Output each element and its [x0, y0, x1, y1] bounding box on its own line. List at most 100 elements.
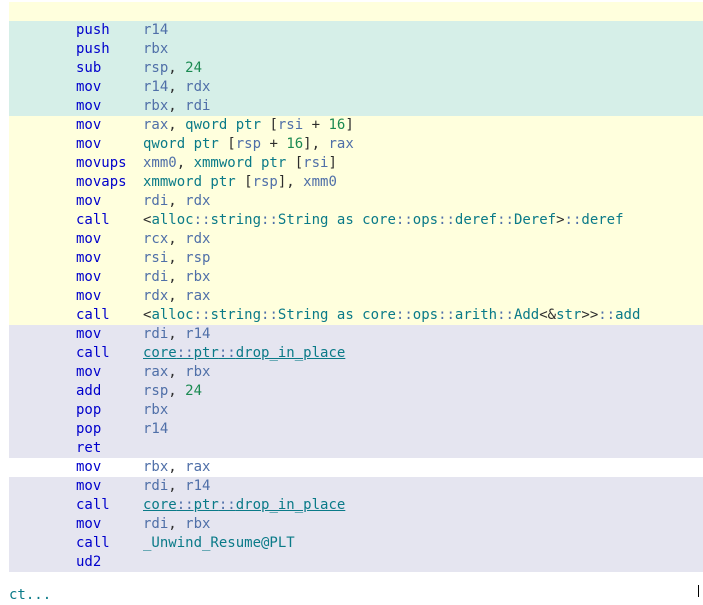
symbol-link[interactable]: :: — [177, 345, 194, 361]
instruction-row[interactable]: add rsp, 24 — [9, 382, 703, 401]
operand-token: rsp — [143, 60, 169, 76]
operand-token: rsp — [185, 250, 211, 266]
operand-token: string — [210, 212, 262, 228]
operand-token: xmm0 — [303, 174, 337, 190]
instruction-row[interactable]: mov rcx, rdx — [9, 230, 703, 249]
instruction-row[interactable]: call _Unwind_Resume@PLT — [9, 534, 703, 553]
instruction-row[interactable]: mov rdi, rdx — [9, 192, 703, 211]
symbol-link[interactable]: core — [143, 345, 177, 361]
instruction-row[interactable]: ud2 — [9, 553, 703, 572]
operand-token: deref — [454, 212, 498, 228]
operand-token: rax — [143, 364, 169, 380]
operand-token: rbx — [185, 516, 211, 532]
operand-token: rsp — [252, 174, 278, 190]
instruction-row[interactable]: mov rbx, rdi — [9, 97, 703, 116]
instruction-row[interactable]: mov rdx, rax — [9, 287, 703, 306]
operand-token: :: — [438, 212, 455, 228]
operand-token: rdi — [143, 326, 169, 342]
instruction-operands: rax, qword ptr [rsi + 16] — [143, 116, 354, 135]
instruction-row[interactable]: pop r14 — [9, 420, 703, 439]
instruction-row[interactable]: mov rdi, r14 — [9, 325, 703, 344]
instruction-operands: r14 — [143, 21, 168, 40]
instruction-row[interactable]: pop rbx — [9, 401, 703, 420]
instruction-row[interactable]: call <alloc::string::String as core::ops:… — [9, 211, 703, 230]
instruction-row[interactable]: call <alloc::string::String as core::ops:… — [9, 306, 703, 325]
operand-token: qword ptr — [185, 117, 262, 133]
instruction-operands: rax, rbx — [143, 363, 210, 382]
function-label-row[interactable]: example::concat: — [9, 2, 703, 38]
instruction-mnemonic: pop — [76, 421, 102, 437]
instruction-row[interactable]: mov rdi, rbx — [9, 268, 703, 287]
operand-token: rdx — [185, 231, 211, 247]
operand-token: rdi — [143, 478, 169, 494]
operand-token: , — [168, 60, 186, 76]
symbol-link[interactable]: ptr — [194, 345, 219, 361]
operand-token: xmmword ptr — [143, 174, 236, 190]
symbol-link[interactable]: :: — [219, 345, 236, 361]
instruction-mnemonic: pop — [76, 402, 102, 418]
instruction-operands: core::ptr::drop_in_place — [143, 496, 345, 515]
instruction-operands: rcx, rdx — [143, 230, 210, 249]
symbol-link[interactable]: :: — [177, 497, 194, 513]
operand-token: :: — [564, 212, 582, 228]
instruction-row[interactable]: mov qword ptr [rsp + 16], rax — [9, 135, 703, 154]
instruction-row[interactable]: mov rdi, rbx — [9, 515, 703, 534]
operand-token: r14 — [143, 22, 169, 38]
operand-token: :: — [497, 212, 514, 228]
operand-token: rdi — [185, 98, 211, 114]
instruction-row[interactable]: movups xmm0, xmmword ptr [rsi] — [9, 154, 703, 173]
instruction-mnemonic: call — [76, 345, 110, 361]
instruction-row[interactable]: movaps xmmword ptr [rsp], xmm0 — [9, 173, 703, 192]
instruction-mnemonic: mov — [76, 231, 102, 247]
instruction-row[interactable]: sub rsp, 24 — [9, 59, 703, 78]
operand-token: :: — [497, 307, 514, 323]
operand-token: ], — [277, 174, 304, 190]
operand-token: :: — [438, 307, 455, 323]
instruction-mnemonic: mov — [76, 136, 102, 152]
instruction-row[interactable]: mov rax, qword ptr [rsi + 16] — [9, 116, 703, 135]
instruction-mnemonic: mov — [76, 364, 102, 380]
instruction-row[interactable]: mov rax, rbx — [9, 363, 703, 382]
operand-token: , — [168, 98, 186, 114]
operand-token: >> — [581, 307, 599, 323]
operand-token: arith — [454, 307, 498, 323]
instruction-row[interactable]: call core::ptr::drop_in_place — [9, 344, 703, 363]
operand-token: 24 — [185, 383, 203, 399]
operand-token: [ — [235, 174, 253, 190]
instruction-row[interactable]: mov r14, rdx — [9, 78, 703, 97]
symbol-link[interactable]: :: — [219, 497, 236, 513]
operand-token: , — [168, 79, 186, 95]
symbol-link[interactable]: drop_in_place — [236, 497, 346, 513]
instruction-row[interactable]: push rbx — [9, 40, 703, 59]
instruction-row[interactable]: mov rdi, r14 — [9, 477, 703, 496]
operand-token: , — [168, 383, 186, 399]
instruction-row[interactable]: call core::ptr::drop_in_place — [9, 496, 703, 515]
instruction-mnemonic: mov — [76, 478, 102, 494]
instruction-operands: rdi, rbx — [143, 515, 210, 534]
text-cursor — [698, 585, 699, 597]
operand-token: , — [168, 326, 186, 342]
symbol-link[interactable]: core — [143, 497, 177, 513]
operand-token: rdi — [143, 269, 169, 285]
operand-token: String as core — [277, 212, 396, 228]
instruction-operands: rdi, rbx — [143, 268, 210, 287]
operand-token: r14 — [143, 79, 169, 95]
symbol-link[interactable]: ptr — [194, 497, 219, 513]
instruction-row[interactable]: mov rbx, rax — [9, 458, 703, 477]
instruction-row[interactable]: ret — [9, 439, 703, 458]
operand-token: ], — [303, 136, 329, 152]
instruction-mnemonic: call — [76, 212, 110, 228]
instruction-mnemonic: movaps — [76, 174, 127, 190]
instruction-mnemonic: ret — [76, 440, 102, 456]
operand-token: [ — [286, 155, 304, 171]
instruction-row[interactable]: push r14 — [9, 21, 703, 40]
operand-token: rdi — [143, 516, 169, 532]
operand-token: 16 — [286, 136, 304, 152]
operand-token: 16 — [328, 117, 346, 133]
symbol-link[interactable]: drop_in_place — [236, 345, 346, 361]
operand-token: alloc — [151, 212, 194, 228]
instruction-row[interactable]: mov rsi, rsp — [9, 249, 703, 268]
operand-token: [ — [261, 117, 278, 133]
operand-token: , — [176, 155, 194, 171]
operand-token: rbx — [185, 269, 211, 285]
